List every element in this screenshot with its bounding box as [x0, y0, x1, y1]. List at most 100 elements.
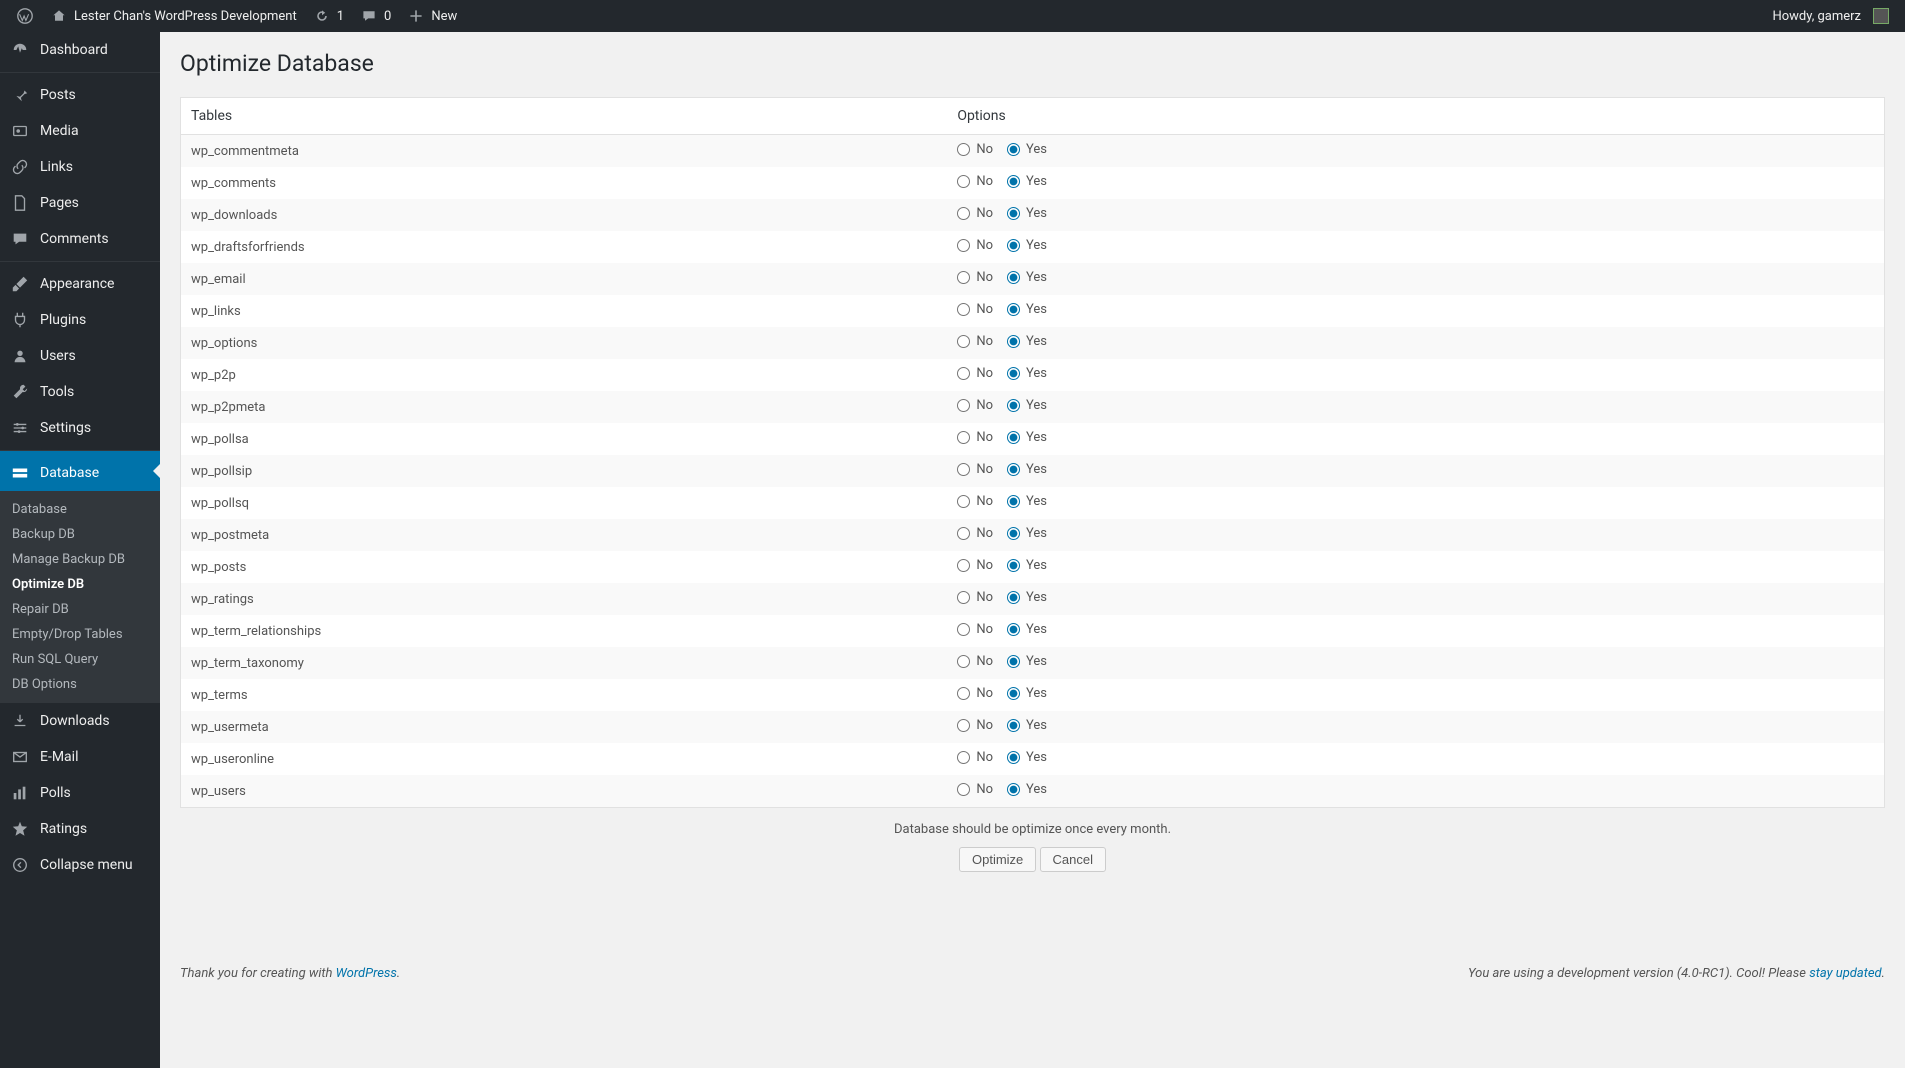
sidebar-item-posts[interactable]: Posts: [0, 72, 160, 113]
radio-no-wrap[interactable]: No: [957, 398, 993, 413]
radio-no[interactable]: [957, 591, 970, 604]
sidebar-item-collapse-menu[interactable]: Collapse menu: [0, 847, 160, 883]
radio-no[interactable]: [957, 623, 970, 636]
radio-no-wrap[interactable]: No: [957, 366, 993, 381]
radio-no-wrap[interactable]: No: [957, 526, 993, 541]
radio-no[interactable]: [957, 719, 970, 732]
radio-no-wrap[interactable]: No: [957, 494, 993, 509]
radio-no[interactable]: [957, 143, 970, 156]
radio-no[interactable]: [957, 271, 970, 284]
howdy-user[interactable]: Howdy, gamerz: [1764, 0, 1897, 32]
radio-no-wrap[interactable]: No: [957, 462, 993, 477]
radio-no-wrap[interactable]: No: [957, 270, 993, 285]
sidebar-item-users[interactable]: Users: [0, 338, 160, 374]
submenu-item-repair-db[interactable]: Repair DB: [0, 597, 160, 622]
radio-yes[interactable]: [1007, 655, 1020, 668]
radio-yes[interactable]: [1007, 431, 1020, 444]
submenu-item-run-sql-query[interactable]: Run SQL Query: [0, 647, 160, 672]
radio-yes-wrap[interactable]: Yes: [1007, 206, 1047, 221]
submenu-item-db-options[interactable]: DB Options: [0, 672, 160, 697]
radio-yes-wrap[interactable]: Yes: [1007, 462, 1047, 477]
radio-yes-wrap[interactable]: Yes: [1007, 686, 1047, 701]
radio-no[interactable]: [957, 463, 970, 476]
radio-no-wrap[interactable]: No: [957, 558, 993, 573]
radio-no-wrap[interactable]: No: [957, 142, 993, 157]
radio-yes-wrap[interactable]: Yes: [1007, 270, 1047, 285]
wp-logo[interactable]: [8, 0, 42, 32]
sidebar-item-pages[interactable]: Pages: [0, 185, 160, 221]
radio-no[interactable]: [957, 239, 970, 252]
radio-yes[interactable]: [1007, 367, 1020, 380]
radio-yes-wrap[interactable]: Yes: [1007, 430, 1047, 445]
footer-wp-link[interactable]: WordPress: [336, 966, 397, 981]
updates-item[interactable]: 1: [305, 0, 352, 32]
sidebar-item-tools[interactable]: Tools: [0, 374, 160, 410]
radio-yes[interactable]: [1007, 495, 1020, 508]
radio-no[interactable]: [957, 431, 970, 444]
new-item[interactable]: New: [399, 0, 465, 32]
sidebar-item-e-mail[interactable]: E-Mail: [0, 739, 160, 775]
sidebar-item-plugins[interactable]: Plugins: [0, 302, 160, 338]
radio-yes[interactable]: [1007, 751, 1020, 764]
submenu-item-backup-db[interactable]: Backup DB: [0, 522, 160, 547]
radio-yes[interactable]: [1007, 207, 1020, 220]
sidebar-item-polls[interactable]: Polls: [0, 775, 160, 811]
cancel-button[interactable]: Cancel: [1040, 847, 1106, 872]
radio-yes-wrap[interactable]: Yes: [1007, 782, 1047, 797]
sidebar-item-database[interactable]: Database: [0, 450, 160, 491]
radio-no[interactable]: [957, 495, 970, 508]
radio-yes-wrap[interactable]: Yes: [1007, 558, 1047, 573]
submenu-item-manage-backup-db[interactable]: Manage Backup DB: [0, 547, 160, 572]
radio-no-wrap[interactable]: No: [957, 750, 993, 765]
radio-yes[interactable]: [1007, 271, 1020, 284]
radio-no-wrap[interactable]: No: [957, 302, 993, 317]
footer-update-link[interactable]: stay updated: [1809, 966, 1881, 981]
radio-yes[interactable]: [1007, 559, 1020, 572]
radio-no-wrap[interactable]: No: [957, 718, 993, 733]
radio-no-wrap[interactable]: No: [957, 782, 993, 797]
radio-yes[interactable]: [1007, 719, 1020, 732]
submenu-item-optimize-db[interactable]: Optimize DB: [0, 572, 160, 597]
radio-no[interactable]: [957, 687, 970, 700]
radio-no-wrap[interactable]: No: [957, 654, 993, 669]
submenu-item-empty-drop-tables[interactable]: Empty/Drop Tables: [0, 622, 160, 647]
radio-no[interactable]: [957, 303, 970, 316]
radio-yes-wrap[interactable]: Yes: [1007, 366, 1047, 381]
radio-yes[interactable]: [1007, 335, 1020, 348]
radio-no[interactable]: [957, 751, 970, 764]
submenu-item-database[interactable]: Database: [0, 497, 160, 522]
radio-no[interactable]: [957, 559, 970, 572]
sidebar-item-dashboard[interactable]: Dashboard: [0, 32, 160, 68]
radio-no[interactable]: [957, 175, 970, 188]
sidebar-item-appearance[interactable]: Appearance: [0, 261, 160, 302]
radio-no-wrap[interactable]: No: [957, 590, 993, 605]
site-name[interactable]: Lester Chan's WordPress Development: [42, 0, 305, 32]
radio-no[interactable]: [957, 399, 970, 412]
radio-yes[interactable]: [1007, 399, 1020, 412]
radio-no-wrap[interactable]: No: [957, 430, 993, 445]
radio-no[interactable]: [957, 655, 970, 668]
sidebar-item-comments[interactable]: Comments: [0, 221, 160, 257]
radio-yes-wrap[interactable]: Yes: [1007, 622, 1047, 637]
radio-yes[interactable]: [1007, 687, 1020, 700]
radio-yes-wrap[interactable]: Yes: [1007, 718, 1047, 733]
radio-no-wrap[interactable]: No: [957, 174, 993, 189]
radio-yes[interactable]: [1007, 143, 1020, 156]
radio-no[interactable]: [957, 783, 970, 796]
radio-yes-wrap[interactable]: Yes: [1007, 174, 1047, 189]
radio-no[interactable]: [957, 335, 970, 348]
radio-no-wrap[interactable]: No: [957, 686, 993, 701]
radio-yes-wrap[interactable]: Yes: [1007, 334, 1047, 349]
radio-no-wrap[interactable]: No: [957, 206, 993, 221]
sidebar-item-ratings[interactable]: Ratings: [0, 811, 160, 847]
radio-yes-wrap[interactable]: Yes: [1007, 398, 1047, 413]
radio-no[interactable]: [957, 527, 970, 540]
sidebar-item-downloads[interactable]: Downloads: [0, 703, 160, 739]
radio-yes[interactable]: [1007, 303, 1020, 316]
radio-yes[interactable]: [1007, 239, 1020, 252]
radio-yes-wrap[interactable]: Yes: [1007, 302, 1047, 317]
radio-no-wrap[interactable]: No: [957, 622, 993, 637]
radio-yes-wrap[interactable]: Yes: [1007, 142, 1047, 157]
radio-yes[interactable]: [1007, 175, 1020, 188]
radio-no[interactable]: [957, 367, 970, 380]
